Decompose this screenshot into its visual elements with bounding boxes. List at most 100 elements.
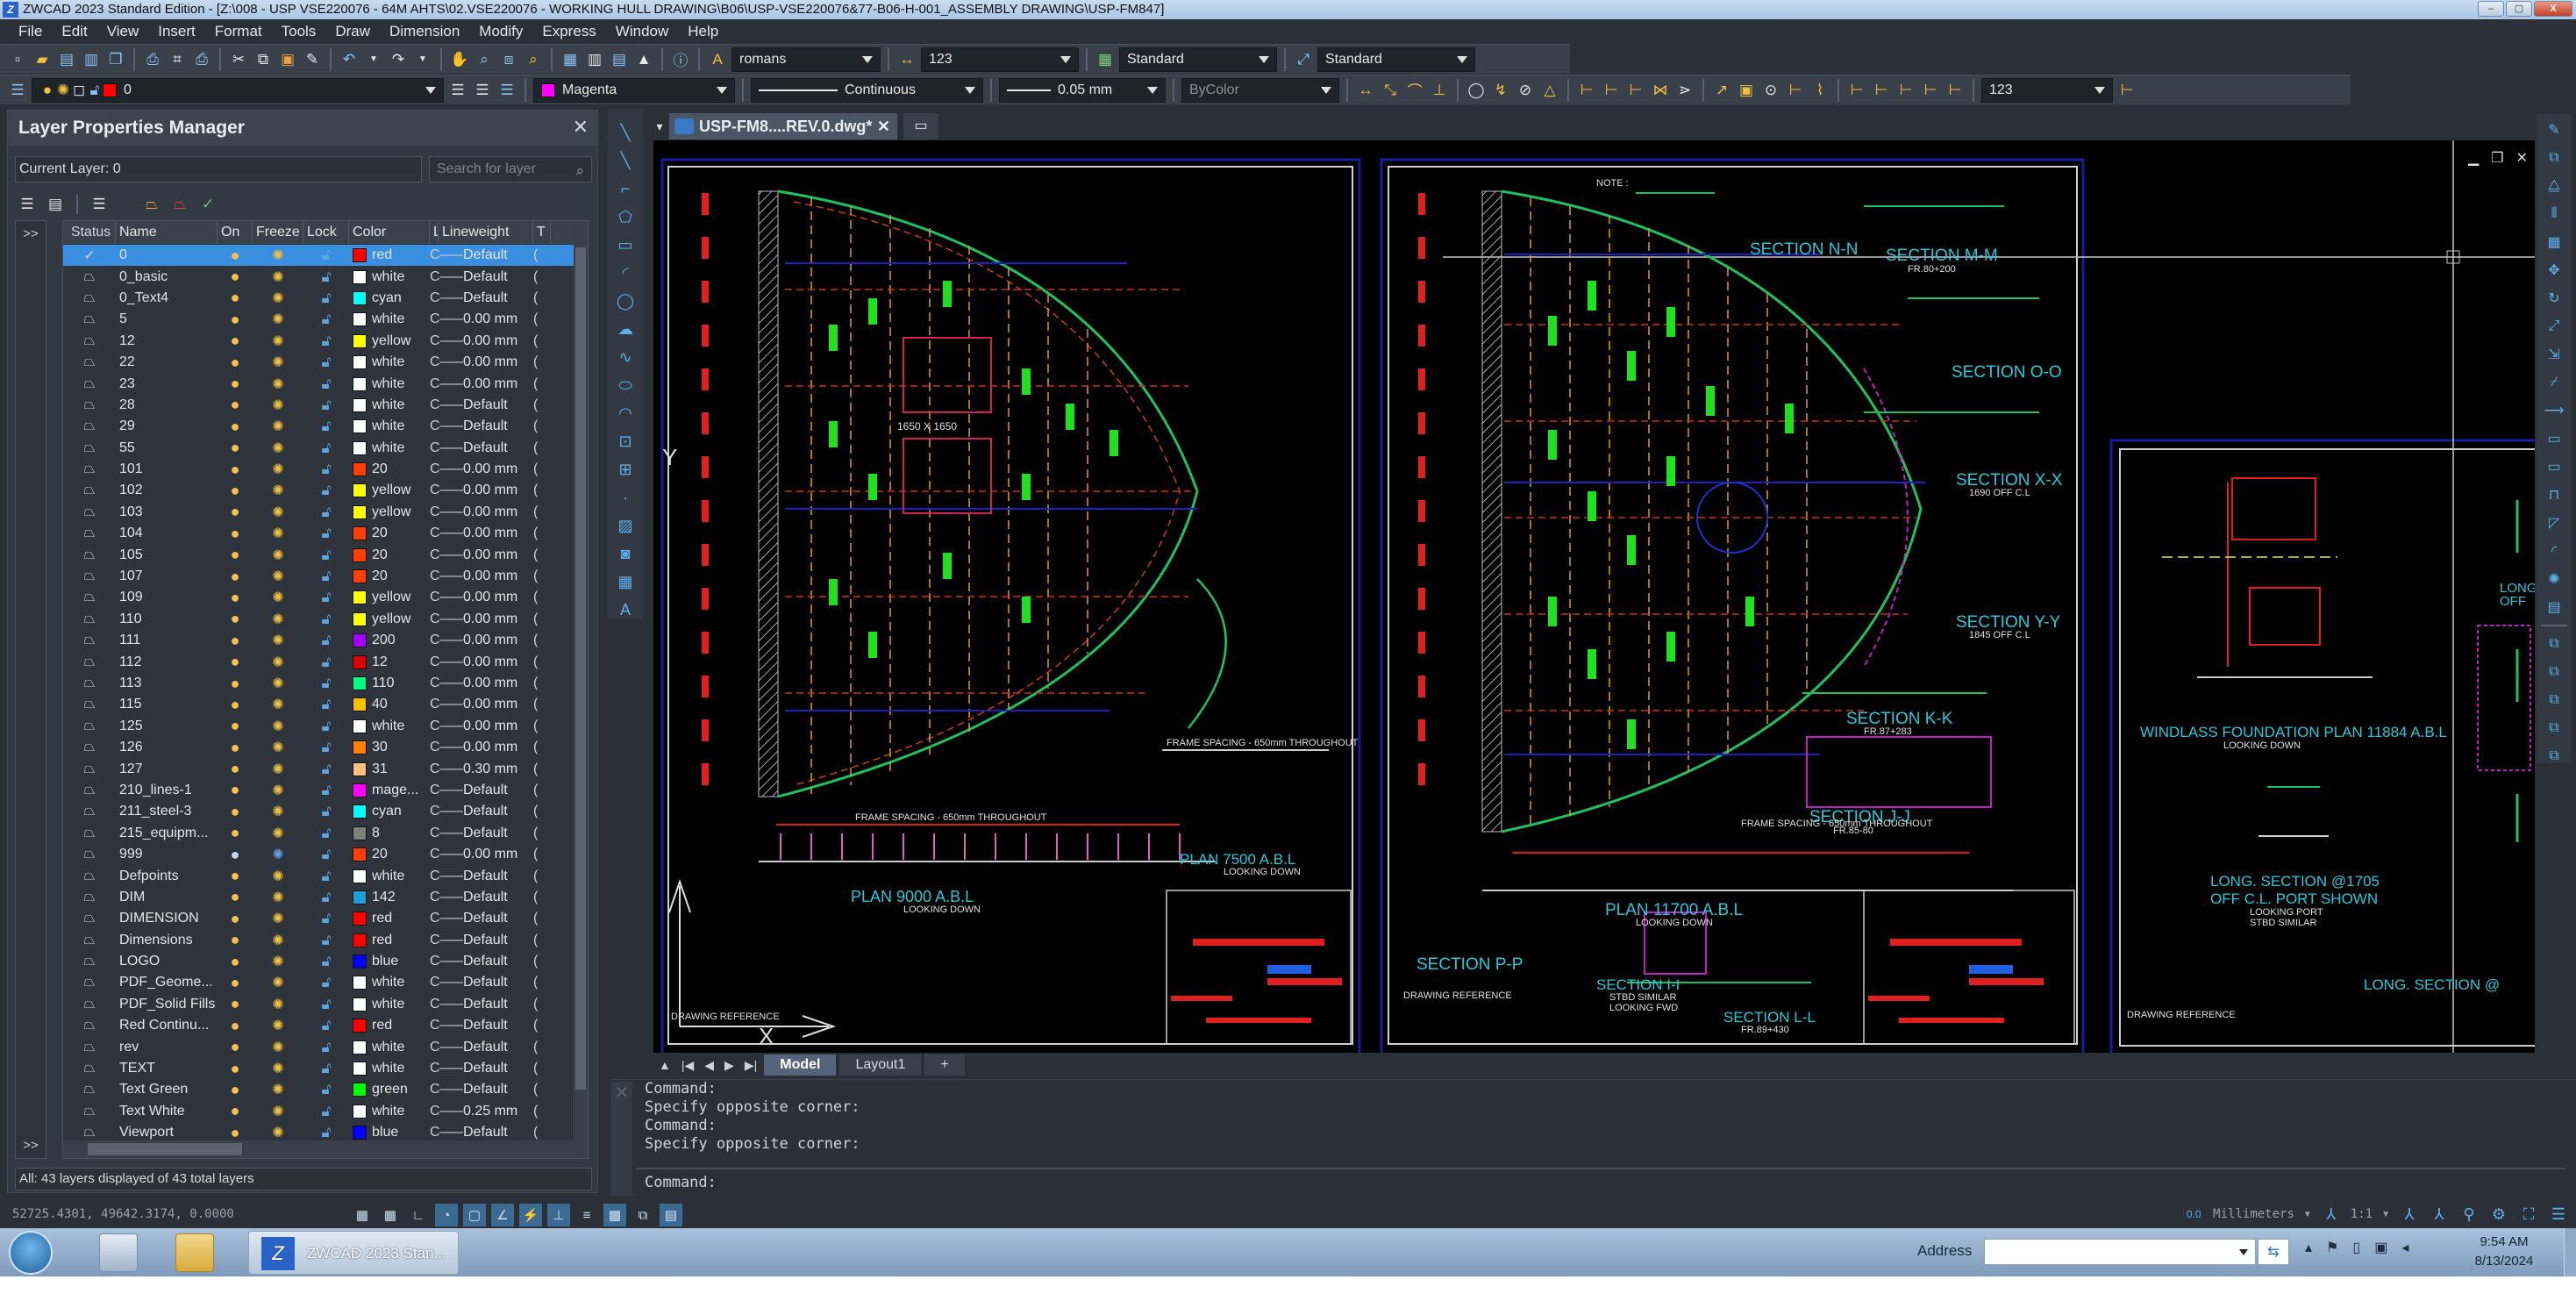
dimension-override-icon[interactable]: ⊢	[1944, 80, 1966, 101]
linetype-preview[interactable]: C——	[430, 590, 463, 605]
transparency-value[interactable]: (	[533, 676, 551, 691]
layer-color[interactable]: 20	[349, 547, 430, 563]
scale-icon[interactable]: ⤢	[2544, 316, 2565, 337]
unlock-icon[interactable]: 🔓︎	[303, 311, 349, 328]
sun-thaw-icon[interactable]: ✺	[253, 953, 303, 970]
unlock-icon[interactable]: 🔓︎	[303, 397, 349, 414]
sun-thaw-icon[interactable]: ✺	[253, 440, 303, 457]
layer-name[interactable]: 105	[116, 547, 218, 563]
bulb-on-icon[interactable]: ●	[218, 396, 253, 414]
stretch-icon[interactable]: ⇲	[2544, 344, 2565, 365]
layer-status-icon[interactable]: ⏢	[63, 975, 116, 990]
layer-name[interactable]: Dimensions	[116, 933, 218, 948]
layer-color[interactable]: 12	[349, 654, 430, 670]
jogged-linear-icon[interactable]: ⌇	[1809, 80, 1830, 101]
extend-icon[interactable]: ⟶	[2544, 400, 2565, 421]
unlock-icon[interactable]: 🔓︎	[303, 654, 349, 671]
sun-thaw-icon[interactable]: ✺	[253, 568, 303, 585]
layer-name[interactable]: 103	[116, 504, 218, 520]
layer-name[interactable]: Text Green	[116, 1082, 218, 1097]
layer-row[interactable]: ⏢125●✺🔓︎whiteC——0.00 mm(	[63, 716, 574, 737]
unlock-icon[interactable]: 🔓︎	[303, 354, 349, 371]
unlock-icon[interactable]: 🔓︎	[303, 1103, 349, 1120]
unlock-icon[interactable]: 🔓︎	[303, 953, 349, 970]
layer-name[interactable]: 23	[116, 376, 218, 392]
layer-status-icon[interactable]: ⏢	[63, 783, 116, 798]
layer-lineweight[interactable]: 0.00 mm	[463, 847, 533, 862]
bulb-on-icon[interactable]: ●	[218, 525, 253, 543]
linetype-preview[interactable]: C——	[430, 504, 463, 520]
file-explorer-icon[interactable]	[175, 1233, 214, 1272]
layer-color[interactable]: blue	[349, 954, 430, 969]
transparency-value[interactable]: (	[533, 311, 551, 327]
layer-combo[interactable]: ● ✺ ◻ 🔓︎ 0	[32, 77, 444, 103]
linetype-preview[interactable]: C——	[430, 676, 463, 691]
layer-color[interactable]: yellow	[349, 333, 430, 349]
unlock-icon[interactable]: 🔓︎	[303, 1124, 349, 1141]
tab-first-icon[interactable]: |◀	[678, 1058, 697, 1073]
layer-row[interactable]: ⏢Text White●✺🔓︎whiteC——0.25 mm(	[63, 1101, 574, 1122]
line-icon[interactable]: ╲	[615, 122, 636, 143]
spline-icon[interactable]: ∿	[615, 347, 636, 368]
col-on[interactable]: On	[218, 221, 253, 244]
restore-button[interactable]: ▢	[2506, 1, 2532, 17]
draw-order-front-icon[interactable]: ⧉	[2544, 633, 2565, 654]
explode-icon[interactable]: ✺	[2544, 568, 2565, 590]
unlock-icon[interactable]: 🔓︎	[303, 482, 349, 499]
chevron-down-icon[interactable]: ▼	[2303, 1210, 2312, 1219]
viewport-close-icon[interactable]: ✕	[2516, 149, 2528, 167]
linetype-preview[interactable]: C——	[430, 397, 463, 413]
unlock-icon[interactable]: 🔓︎	[303, 932, 349, 949]
layer-lineweight[interactable]: Default	[463, 975, 533, 990]
layer-row[interactable]: ⏢127●✺🔓︎31C——0.30 mm(	[63, 758, 574, 779]
layer-status-icon[interactable]: ⏢	[63, 547, 116, 563]
layer-color[interactable]: 31	[349, 761, 430, 777]
linetype-preview[interactable]: C——	[430, 483, 463, 498]
address-input[interactable]	[1984, 1239, 2256, 1265]
bulb-on-icon[interactable]: ●	[218, 1124, 253, 1142]
layer-name[interactable]: 126	[116, 740, 218, 755]
layer-lineweight[interactable]: Default	[463, 826, 533, 841]
bulb-on-icon[interactable]: ●	[218, 1102, 253, 1120]
leader-icon[interactable]: ↗	[1711, 80, 1732, 101]
chamfer-icon[interactable]: ◸	[2544, 512, 2565, 533]
layer-name[interactable]: 111	[116, 633, 218, 648]
dimension-text-edit-icon[interactable]: ⊢	[1871, 80, 1892, 101]
tab-layout1[interactable]: Layout1	[839, 1055, 922, 1076]
layer-status-icon[interactable]: ⏢	[63, 1061, 116, 1076]
sun-thaw-icon[interactable]: ✺	[253, 482, 303, 499]
layer-row[interactable]: ⏢115●✺🔓︎40C——0.00 mm(	[63, 694, 574, 715]
sun-thaw-icon[interactable]: ✺	[253, 782, 303, 799]
menu-express[interactable]: Express	[532, 19, 605, 43]
layer-status-icon[interactable]: ⏢	[63, 633, 116, 648]
properties-icon[interactable]: ▦	[560, 49, 581, 70]
grid-display-toggle-icon[interactable]: ▦	[379, 1204, 402, 1226]
dimension-style-combo-2[interactable]: 123	[1981, 77, 2113, 103]
layer-color[interactable]: white	[349, 718, 430, 734]
sun-thaw-icon[interactable]: ✺	[253, 1124, 303, 1141]
linetype-combo[interactable]: Continuous	[751, 77, 983, 103]
sun-thaw-icon[interactable]: ✺	[253, 1060, 303, 1077]
vertical-scrollbar[interactable]	[574, 221, 588, 1158]
circle-icon[interactable]: ◯	[615, 290, 636, 311]
layer-name[interactable]: 109	[116, 590, 218, 605]
layer-color[interactable]: 20	[349, 568, 430, 584]
polyline-icon[interactable]: ⌐	[615, 178, 636, 199]
tab-scroll-up-icon[interactable]: ▲	[655, 1058, 674, 1072]
transparency-value[interactable]: (	[533, 633, 551, 648]
scrollbar-thumb[interactable]	[575, 247, 586, 1090]
system-clock[interactable]: 9:54 AM 8/13/2024	[2456, 1233, 2552, 1271]
layer-name[interactable]: 28	[116, 397, 218, 413]
markup-icon[interactable]: ▲	[633, 49, 654, 70]
layer-lineweight[interactable]: 0.00 mm	[463, 354, 533, 370]
layer-row[interactable]: ⏢Text Green●✺🔓︎greenC——Default(	[63, 1079, 574, 1100]
linetype-preview[interactable]: C——	[430, 568, 463, 584]
layer-name[interactable]: DIM	[116, 890, 218, 905]
layer-name[interactable]: 12	[116, 333, 218, 349]
make-block-icon[interactable]: ⊞	[615, 459, 636, 480]
action-center-flag-icon[interactable]: ⚑	[2326, 1239, 2338, 1256]
quick-dimension-icon[interactable]: ⊢	[1576, 80, 1597, 101]
layer-status-icon[interactable]: ⏢	[63, 568, 116, 584]
transparency-value[interactable]: (	[533, 333, 551, 349]
close-tab-icon[interactable]: ✕	[877, 113, 890, 139]
